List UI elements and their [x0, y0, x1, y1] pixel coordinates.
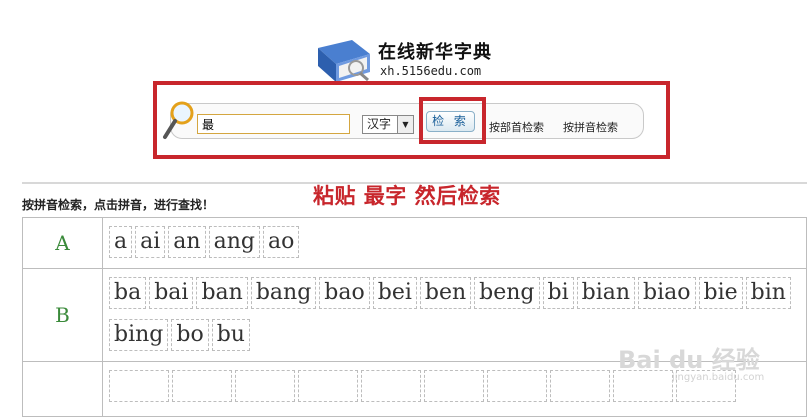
annotation-button-highlight	[419, 97, 486, 144]
pinyin-link[interactable]: bian	[576, 277, 636, 309]
dictionary-book-icon	[318, 40, 370, 82]
site-title: 在线新华字典	[378, 42, 492, 63]
pinyin-link[interactable]: ben	[419, 277, 472, 309]
pinyin-link[interactable]: bao	[319, 277, 370, 309]
pinyin-link[interactable]: ang	[208, 226, 260, 258]
pinyin-link[interactable]: beng	[474, 277, 540, 309]
pinyin-link[interactable]	[172, 370, 232, 402]
baidu-watermark: Bai du 经验	[618, 346, 760, 374]
pinyin-link[interactable]: a	[109, 226, 133, 258]
pinyin-letter: B	[22, 268, 103, 362]
pinyin-link[interactable]	[361, 370, 421, 402]
pinyin-syllables: a ai an ang ao	[102, 217, 807, 269]
annotation-search-box-highlight	[153, 81, 670, 159]
section-header: 按拼音检索，点击拼音，进行查找！	[22, 198, 215, 212]
pinyin-link[interactable]: ao	[262, 226, 300, 258]
pinyin-link[interactable]: bu	[211, 319, 250, 351]
pinyin-link[interactable]: biao	[638, 277, 696, 309]
site-url: xh.5156edu.com	[380, 64, 482, 78]
baidu-watermark-url: jingyan.baidu.com	[672, 372, 765, 383]
pinyin-link[interactable]: ban	[196, 277, 248, 309]
pinyin-link[interactable]: bi	[542, 277, 574, 309]
pinyin-link[interactable]: bin	[745, 277, 791, 309]
pinyin-link[interactable]	[487, 370, 547, 402]
pinyin-link[interactable]: ai	[135, 226, 166, 258]
pinyin-link[interactable]	[298, 370, 358, 402]
pinyin-table: Aa ai an ang ao Bba bai ban bang bao bei ben beng bi b…	[22, 217, 807, 417]
pinyin-link[interactable]: bei	[372, 277, 417, 309]
pinyin-link[interactable]: an	[168, 226, 206, 258]
pinyin-link[interactable]	[550, 370, 610, 402]
pinyin-link[interactable]: bai	[149, 277, 194, 309]
pinyin-link[interactable]: bo	[171, 319, 209, 351]
pinyin-letter: A	[22, 217, 103, 269]
pinyin-link[interactable]	[424, 370, 484, 402]
pinyin-link[interactable]	[109, 370, 169, 402]
annotation-instruction: 粘贴 最字 然后检索	[313, 184, 501, 208]
pinyin-row: Aa ai an ang ao	[22, 217, 807, 269]
pinyin-link[interactable]: ba	[109, 277, 147, 309]
pinyin-link[interactable]	[235, 370, 295, 402]
pinyin-letter	[22, 361, 103, 417]
pinyin-link[interactable]: bing	[109, 319, 169, 351]
pinyin-link[interactable]: bie	[698, 277, 743, 309]
site-logo[interactable]: 在线新华字典 xh.5156edu.com	[312, 36, 512, 86]
pinyin-link[interactable]: bang	[250, 277, 317, 309]
